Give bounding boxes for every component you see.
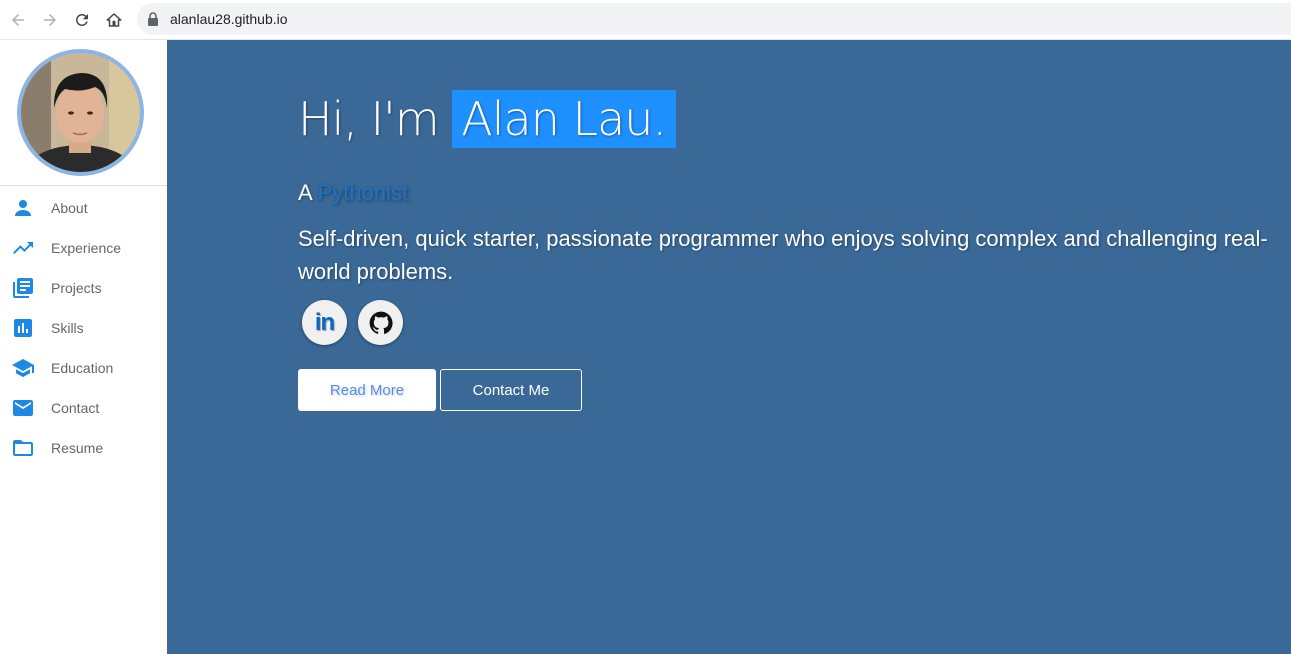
contact-me-button[interactable]: Contact Me — [440, 369, 582, 411]
avatar — [21, 53, 140, 172]
profile-photo — [21, 53, 140, 172]
back-button[interactable] — [7, 9, 29, 31]
sidebar-item-label: Skills — [51, 320, 84, 336]
sidebar-divider — [0, 185, 167, 186]
folder-icon — [13, 440, 33, 456]
sidebar-item-contact[interactable]: Contact — [0, 388, 167, 428]
role-text: Pythonist — [317, 180, 409, 205]
browser-toolbar: alanlau28.github.io — [0, 0, 1291, 40]
sidebar-item-label: Education — [51, 360, 114, 376]
linkedin-icon: in — [314, 308, 335, 336]
sidebar-item-skills[interactable]: Skills — [0, 308, 167, 348]
sidebar-item-projects[interactable]: Projects — [0, 268, 167, 308]
sidebar-item-label: Contact — [51, 400, 100, 416]
github-link[interactable] — [358, 300, 403, 345]
sidebar-item-about[interactable]: About — [0, 188, 167, 228]
sidebar-item-experience[interactable]: Experience — [0, 228, 167, 268]
github-icon — [369, 311, 393, 334]
reload-button[interactable] — [71, 9, 93, 31]
role-prefix: A — [298, 180, 312, 205]
address-bar[interactable]: alanlau28.github.io — [137, 3, 1291, 35]
sidebar: About Experience Projects Skills Educati… — [0, 40, 167, 654]
sidebar-item-label: About — [51, 200, 88, 216]
lock-icon — [148, 12, 158, 26]
sidebar-item-label: Experience — [51, 240, 122, 256]
forward-button[interactable] — [39, 9, 61, 31]
school-icon — [12, 359, 34, 377]
trending-up-icon — [13, 242, 33, 254]
home-button[interactable] — [103, 9, 125, 31]
person-icon — [15, 200, 31, 216]
sidebar-item-education[interactable]: Education — [0, 348, 167, 388]
reload-icon — [75, 13, 88, 26]
hero-name: Alan Lau. — [452, 90, 677, 148]
arrow-left-icon — [12, 14, 24, 26]
arrow-right-icon — [44, 14, 56, 26]
bar-chart-icon — [14, 319, 32, 337]
hero-description: Self-driven, quick starter, passionate p… — [298, 226, 1268, 284]
sidebar-item-label: Resume — [51, 440, 104, 456]
library-books-icon — [13, 278, 33, 298]
url-text: alanlau28.github.io — [170, 11, 288, 27]
hero-section: Hi, I'm Alan Lau. A Pythonist Self-drive… — [167, 40, 1291, 654]
sidebar-item-label: Projects — [51, 280, 102, 296]
avatar-frame — [17, 49, 144, 176]
email-icon — [13, 400, 33, 416]
read-more-button[interactable]: Read More — [298, 369, 436, 411]
hero-title: Hi, I'm Alan Lau. — [298, 90, 677, 148]
sidebar-item-resume[interactable]: Resume — [0, 428, 167, 468]
sidebar-nav: About Experience Projects Skills Educati… — [0, 188, 167, 468]
home-icon — [106, 13, 122, 27]
hero-greeting: Hi, I'm — [298, 92, 440, 146]
linkedin-link[interactable]: in — [302, 300, 347, 345]
hero-role: A Pythonist — [298, 180, 408, 206]
